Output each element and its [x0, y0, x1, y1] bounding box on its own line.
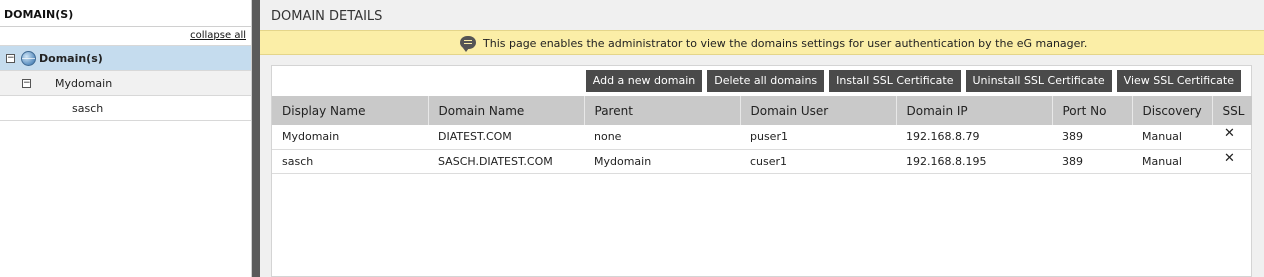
domain-toolbar: Add a new domain Delete all domains Inst…: [585, 70, 1241, 92]
column-header[interactable]: Discovery: [1132, 96, 1213, 125]
tree-node-label[interactable]: Domain(s): [39, 52, 103, 65]
cell-parent: none: [594, 130, 622, 144]
collapse-icon[interactable]: −: [22, 79, 31, 88]
column-header[interactable]: Parent: [584, 96, 741, 125]
cell-parent: Mydomain: [594, 154, 652, 168]
cell-ssl: ✕: [1212, 149, 1252, 173]
column-header[interactable]: Display Name: [272, 96, 429, 125]
close-icon[interactable]: ✕: [1224, 151, 1235, 166]
column-header[interactable]: Domain Name: [428, 96, 585, 125]
tree-panel-title: DOMAIN(S): [0, 0, 251, 27]
column-header[interactable]: SSL: [1212, 96, 1252, 125]
table-header-row: Display Name Domain Name Parent Domain U…: [272, 96, 1252, 125]
close-icon[interactable]: ✕: [1224, 126, 1235, 141]
table-row[interactable]: Mydomain DIATEST.COM none puser1 192.168…: [272, 125, 1252, 149]
panel-splitter[interactable]: [252, 0, 260, 277]
tree-node-label[interactable]: Mydomain: [55, 77, 112, 90]
domains-card: Add a new domain Delete all domains Inst…: [271, 65, 1252, 277]
tree-node-sasch[interactable]: sasch: [0, 96, 251, 121]
cell-ssl: ✕: [1212, 125, 1252, 149]
cell-domain-user: puser1: [750, 130, 788, 144]
cell-domain-user: cuser1: [750, 154, 788, 168]
cell-discovery: Manual: [1142, 130, 1182, 144]
cell-port: 389: [1062, 154, 1083, 168]
cell-domain-name: SASCH.DIATEST.COM: [438, 154, 553, 168]
comment-icon: [460, 36, 476, 52]
collapse-all-link[interactable]: collapse all: [190, 30, 246, 41]
domains-tree-panel: DOMAIN(S) collapse all − Domain(s) − Myd…: [0, 0, 252, 277]
add-domain-button[interactable]: Add a new domain: [585, 70, 703, 92]
cell-discovery: Manual: [1142, 154, 1182, 168]
delete-all-domains-button[interactable]: Delete all domains: [707, 70, 825, 92]
cell-display-name: Mydomain: [282, 130, 340, 144]
collapse-all-row: collapse all: [0, 27, 251, 46]
tree-node-domains-root[interactable]: − Domain(s): [0, 46, 251, 71]
column-header[interactable]: Domain User: [740, 96, 897, 125]
tree-node-label[interactable]: sasch: [72, 102, 103, 115]
view-ssl-button[interactable]: View SSL Certificate: [1116, 70, 1241, 92]
globe-icon: [21, 51, 36, 66]
uninstall-ssl-button[interactable]: Uninstall SSL Certificate: [965, 70, 1112, 92]
column-header[interactable]: Domain IP: [896, 96, 1053, 125]
install-ssl-button[interactable]: Install SSL Certificate: [829, 70, 961, 92]
table-row[interactable]: sasch SASCH.DIATEST.COM Mydomain cuser1 …: [272, 149, 1252, 173]
cell-port: 389: [1062, 130, 1083, 144]
page-title: DOMAIN DETAILS: [271, 9, 383, 24]
domains-table: Display Name Domain Name Parent Domain U…: [272, 96, 1252, 174]
tree-node-mydomain[interactable]: − Mydomain: [0, 71, 251, 96]
cell-domain-name: DIATEST.COM: [438, 130, 512, 144]
info-message: This page enables the administrator to v…: [483, 37, 1088, 50]
collapse-icon[interactable]: −: [6, 54, 15, 63]
cell-domain-ip: 192.168.8.195: [906, 154, 987, 168]
cell-domain-ip: 192.168.8.79: [906, 130, 980, 144]
column-header[interactable]: Port No: [1052, 96, 1133, 125]
domain-details-panel: DOMAIN DETAILS This page enables the adm…: [260, 0, 1264, 277]
cell-display-name: sasch: [282, 154, 314, 168]
info-banner: This page enables the administrator to v…: [260, 30, 1264, 55]
